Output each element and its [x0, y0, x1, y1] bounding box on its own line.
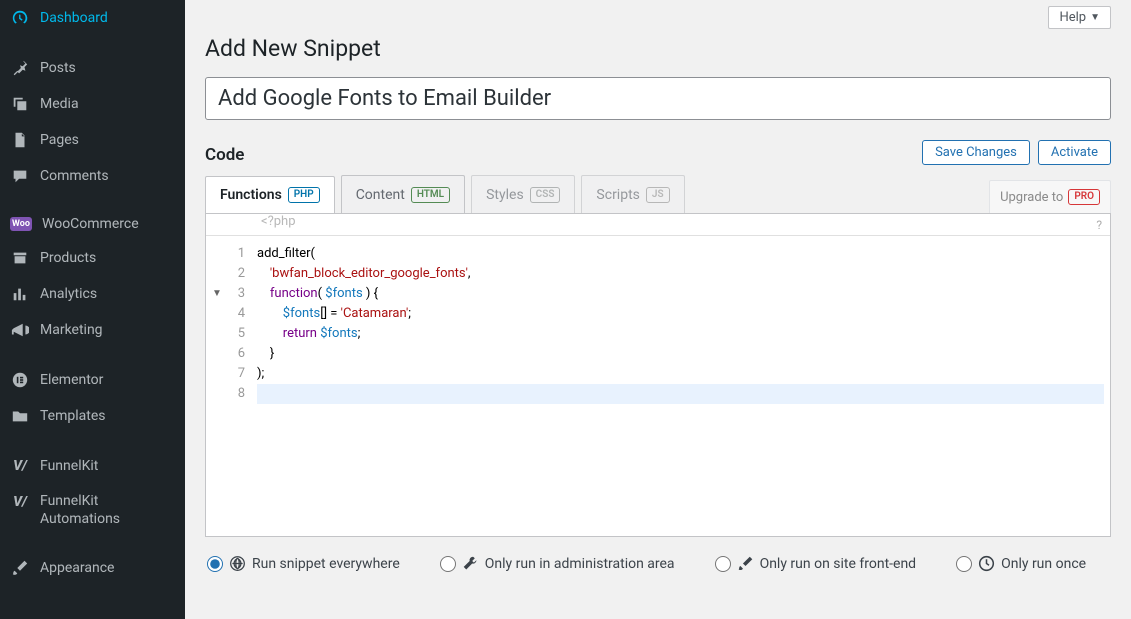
woo-icon: Woo: [10, 217, 32, 231]
sidebar-item-media[interactable]: Media: [0, 86, 185, 122]
clock-icon: [978, 555, 995, 572]
funnelkit-automations-icon: V/: [10, 492, 30, 512]
sidebar-item-label: Appearance: [40, 560, 114, 576]
sidebar-item-funnelkit-automations[interactable]: V/ FunnelKit Automations: [0, 484, 185, 536]
run-option-admin[interactable]: Only run in administration area: [440, 555, 675, 572]
sidebar-item-label: WooCommerce: [42, 216, 139, 232]
archive-icon: [10, 248, 30, 268]
tab-scripts[interactable]: Scripts JS: [581, 175, 684, 213]
option-label: Only run in administration area: [485, 556, 675, 572]
paintbrush-icon: [737, 555, 754, 572]
option-label: Only run once: [1001, 556, 1086, 572]
help-button[interactable]: Help ▼: [1048, 6, 1111, 29]
brush-icon: [10, 558, 30, 578]
radio-frontend[interactable]: [715, 556, 731, 572]
upgrade-to-pro-link[interactable]: Upgrade to PRO: [989, 180, 1111, 213]
html-tag: HTML: [411, 187, 450, 203]
globe-icon: [229, 555, 246, 572]
help-label: Help: [1059, 10, 1086, 25]
tab-label: Functions: [220, 187, 282, 203]
gauge-icon: [10, 8, 30, 28]
tab-functions[interactable]: Functions PHP: [205, 176, 335, 214]
sidebar-item-label: Pages: [40, 132, 79, 148]
save-changes-button[interactable]: Save Changes: [922, 140, 1030, 165]
run-scope-options: Run snippet everywhere Only run in admin…: [205, 537, 1111, 572]
tab-styles[interactable]: Styles CSS: [471, 175, 575, 213]
sidebar-item-elementor[interactable]: Elementor: [0, 362, 185, 398]
sidebar-item-label: FunnelKit Automations: [40, 492, 175, 528]
chart-icon: [10, 284, 30, 304]
php-tag: PHP: [288, 187, 320, 203]
sidebar-item-pages[interactable]: Pages: [0, 122, 185, 158]
run-option-frontend[interactable]: Only run on site front-end: [715, 555, 917, 572]
sidebar-item-comments[interactable]: Comments: [0, 158, 185, 194]
code-editor[interactable]: <?php ? ▼ 12345678 add_filter( 'bwfan_bl…: [205, 213, 1111, 537]
chevron-down-icon: ▼: [1090, 12, 1100, 23]
sidebar-item-funnelkit[interactable]: V/ FunnelKit: [0, 448, 185, 484]
sidebar-item-label: Dashboard: [40, 10, 108, 26]
run-option-once[interactable]: Only run once: [956, 555, 1086, 572]
pro-tag: PRO: [1068, 189, 1100, 205]
page-title: Add New Snippet: [205, 29, 1111, 77]
sidebar-item-label: Media: [40, 96, 79, 112]
pin-icon: [10, 58, 30, 78]
sidebar-item-label: Analytics: [40, 286, 97, 302]
run-option-everywhere[interactable]: Run snippet everywhere: [207, 555, 400, 572]
sidebar-item-label: Comments: [40, 168, 109, 184]
radio-admin[interactable]: [440, 556, 456, 572]
php-open-tag: <?php: [261, 214, 296, 235]
sidebar-item-appearance[interactable]: Appearance: [0, 550, 185, 586]
radio-everywhere[interactable]: [207, 556, 223, 572]
code-section-label: Code: [205, 145, 244, 165]
folder-icon: [10, 406, 30, 426]
code-text-area[interactable]: add_filter( 'bwfan_block_editor_google_f…: [251, 236, 1110, 536]
sidebar-item-dashboard[interactable]: Dashboard: [0, 0, 185, 36]
sidebar-item-woocommerce[interactable]: Woo WooCommerce: [0, 208, 185, 240]
tab-content[interactable]: Content HTML: [341, 175, 465, 213]
sidebar-item-analytics[interactable]: Analytics: [0, 276, 185, 312]
main-content: Help ▼ Add New Snippet Code Save Changes…: [185, 0, 1131, 619]
activate-button[interactable]: Activate: [1038, 140, 1111, 165]
comment-icon: [10, 166, 30, 186]
upgrade-label: Upgrade to: [1000, 190, 1063, 205]
sidebar-item-templates[interactable]: Templates: [0, 398, 185, 434]
tab-label: Styles: [486, 187, 524, 203]
option-label: Run snippet everywhere: [252, 556, 400, 572]
sidebar-item-label: Elementor: [40, 372, 103, 388]
sidebar-item-label: Products: [40, 250, 96, 266]
sidebar-item-label: Templates: [40, 408, 106, 424]
sidebar-item-marketing[interactable]: Marketing: [0, 312, 185, 348]
tab-label: Scripts: [596, 187, 639, 203]
admin-sidebar: Dashboard Posts Media Pages Comments Woo…: [0, 0, 185, 619]
option-label: Only run on site front-end: [760, 556, 917, 572]
elementor-icon: [10, 370, 30, 390]
megaphone-icon: [10, 320, 30, 340]
snippet-title-input[interactable]: [205, 77, 1111, 120]
sidebar-item-label: FunnelKit: [40, 458, 98, 474]
radio-once[interactable]: [956, 556, 972, 572]
editor-help-icon[interactable]: ?: [1096, 218, 1102, 232]
sidebar-item-products[interactable]: Products: [0, 240, 185, 276]
funnelkit-icon: V/: [10, 456, 30, 476]
page-icon: [10, 130, 30, 150]
tab-label: Content: [356, 187, 405, 203]
sidebar-item-label: Posts: [40, 60, 76, 76]
wrench-icon: [462, 555, 479, 572]
media-icon: [10, 94, 30, 114]
fold-marker-icon[interactable]: ▼: [212, 284, 222, 304]
sidebar-item-posts[interactable]: Posts: [0, 50, 185, 86]
line-number-gutter: ▼ 12345678: [206, 236, 251, 536]
sidebar-item-label: Marketing: [40, 322, 103, 338]
css-tag: CSS: [530, 187, 561, 203]
js-tag: JS: [646, 187, 670, 203]
